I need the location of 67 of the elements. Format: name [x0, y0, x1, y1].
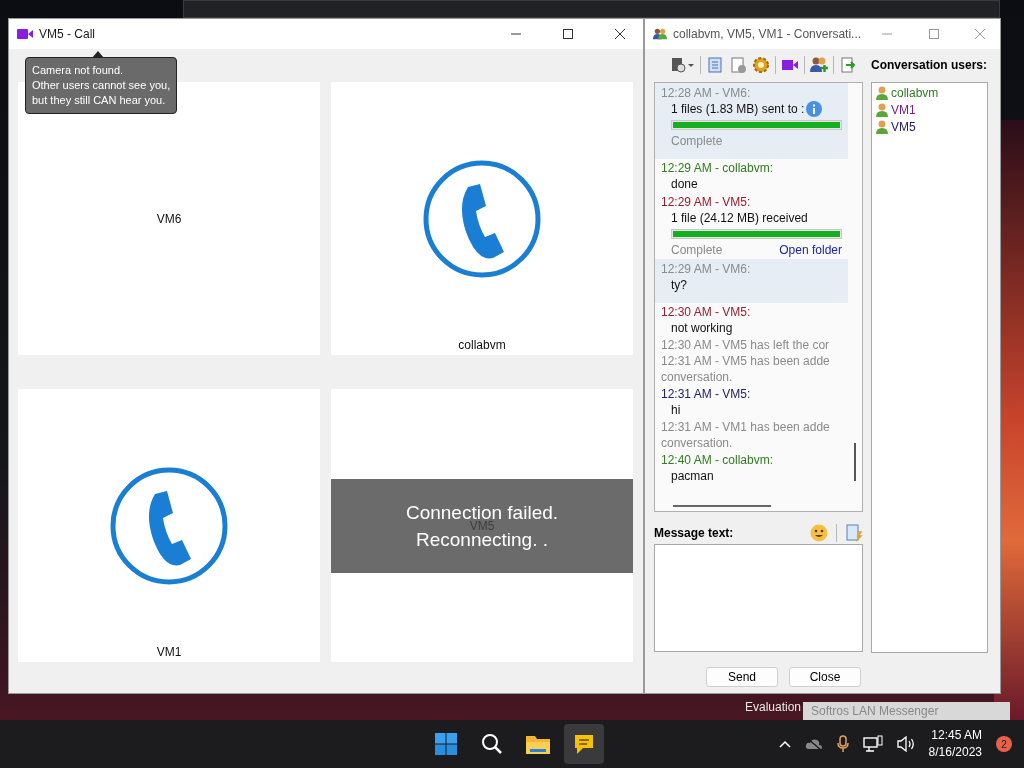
system-message: 12:31 AM - VM1 has been adde conversation. — [660, 419, 831, 451]
info-icon[interactable] — [806, 101, 823, 117]
chevron-up-icon[interactable] — [778, 740, 791, 748]
phone-icon — [422, 158, 542, 279]
microphone-icon[interactable] — [836, 735, 849, 753]
file-transfer-text: 1 file (24.12 MB) received — [671, 210, 808, 226]
system-message: 12:30 AM - VM5 has left the cor — [660, 337, 831, 353]
message-header: 12:31 AM - VM5: — [661, 386, 752, 402]
volume-icon[interactable] — [896, 736, 915, 752]
document-info-icon[interactable] — [729, 56, 747, 74]
status-dropdown-icon[interactable] — [671, 56, 695, 74]
message-header: 12:40 AM - collabvm: — [661, 452, 775, 468]
gear-icon[interactable] — [752, 56, 770, 74]
window-title: VM5 - Call — [39, 27, 96, 41]
message-text: ty? — [670, 277, 688, 293]
scrollbar-thumb[interactable] — [854, 443, 856, 481]
message-text: pacman — [670, 468, 715, 484]
message-text: not working — [670, 320, 734, 336]
person-icon — [876, 86, 888, 100]
scrollbar-thumb[interactable] — [673, 505, 771, 507]
search-icon[interactable] — [481, 733, 503, 755]
notification-popup: Softros LAN Messenger — [803, 702, 1010, 720]
smiley-icon[interactable] — [810, 524, 828, 542]
network-icon[interactable] — [862, 735, 883, 753]
person-icon — [876, 120, 888, 134]
evaluation-watermark: Evaluation — [745, 700, 802, 714]
message-text: hi — [670, 402, 682, 418]
send-button[interactable]: Send — [706, 667, 778, 687]
message-header: 12:29 AM - VM5: — [661, 194, 752, 210]
user-name[interactable]: VM5 — [891, 120, 916, 134]
transfer-status: Complete — [671, 133, 723, 149]
open-folder-link[interactable]: Open folder — [779, 242, 842, 258]
folder-icon[interactable] — [525, 733, 551, 755]
window-title: collabvm, VM5, VM1 - Conversati... — [673, 27, 862, 41]
add-user-icon[interactable] — [810, 56, 828, 74]
date-text: 8/16/2023 — [928, 744, 982, 761]
message-header: 12:28 AM - VM6: — [661, 85, 752, 101]
user-name[interactable]: VM1 — [891, 103, 916, 117]
user-name[interactable]: collabvm — [891, 86, 939, 100]
time-text: 12:45 AM — [931, 727, 982, 744]
message-header: 12:30 AM - VM5: — [661, 304, 752, 320]
notification-badge[interactable]: 2 — [996, 736, 1012, 752]
phone-icon — [109, 465, 229, 586]
transfer-status: Complete — [671, 242, 723, 258]
camera-tooltip: Camera not found. Other users cannot see you, but they still CAN hear you. — [25, 57, 178, 114]
users-icon — [653, 27, 667, 41]
cloud-off-icon[interactable] — [804, 737, 823, 751]
clock[interactable]: 12:45 AM 8/16/2023 — [928, 727, 982, 761]
message-input[interactable] — [654, 544, 863, 652]
participant-name: VM1 — [156, 645, 182, 659]
message-header: 12:29 AM - collabvm: — [661, 160, 775, 176]
users-heading: Conversation users: — [871, 57, 988, 74]
video-camera-icon — [17, 28, 33, 40]
message-header: 12:29 AM - VM6: — [661, 261, 752, 277]
taskbar-button[interactable] — [564, 724, 604, 764]
message-text: done — [670, 176, 699, 192]
system-message: 12:31 AM - VM5 has been adde conversation. — [660, 353, 831, 385]
tooltip-arrow — [92, 51, 104, 58]
participant-name: VM6 — [156, 211, 182, 226]
windows-start-icon[interactable] — [434, 732, 458, 756]
participant-name: collabvm — [458, 338, 506, 352]
chat-bubble-icon[interactable] — [572, 732, 596, 756]
person-icon — [876, 103, 888, 117]
message-label: Message text: — [654, 526, 735, 540]
close-button[interactable]: Close — [789, 667, 861, 687]
exit-icon[interactable] — [839, 56, 857, 74]
file-transfer-text: 1 files (1.83 MB) sent to : — [671, 101, 805, 117]
